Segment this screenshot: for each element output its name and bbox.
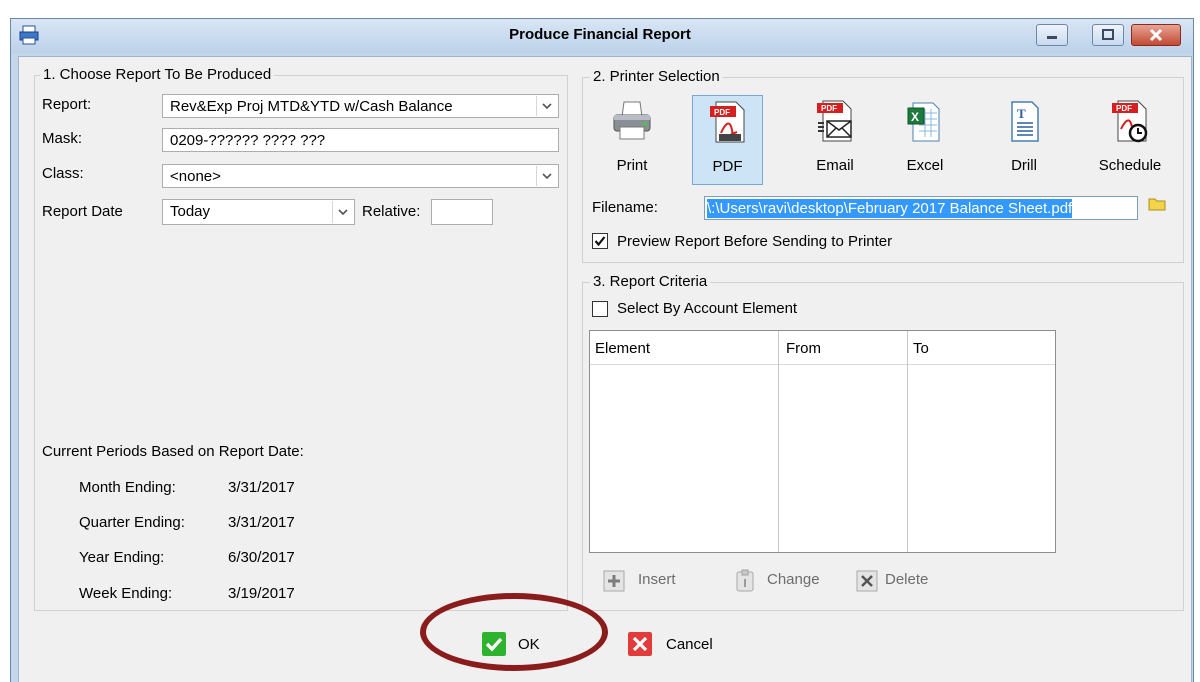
svg-text:PDF: PDF bbox=[714, 108, 730, 117]
filename-label: Filename: bbox=[592, 199, 658, 216]
column-divider bbox=[778, 331, 779, 552]
print-option-label: Print bbox=[616, 157, 648, 174]
pdf-option-button[interactable]: PDF PDF bbox=[692, 95, 763, 185]
report-date-dropdown-value: Today bbox=[170, 203, 211, 220]
svg-text:X: X bbox=[911, 110, 919, 124]
close-icon bbox=[1149, 28, 1163, 42]
change-label: Change bbox=[767, 571, 820, 588]
schedule-option-button[interactable]: PDF Schedule bbox=[1090, 95, 1170, 183]
choose-report-group-label: 1. Choose Report To Be Produced bbox=[40, 66, 275, 83]
quarter-ending-value: 3/31/2017 bbox=[228, 514, 295, 531]
insert-label: Insert bbox=[638, 571, 676, 588]
year-ending-value: 6/30/2017 bbox=[228, 549, 295, 566]
relative-label: Relative: bbox=[362, 203, 421, 220]
mask-label: Mask: bbox=[42, 130, 83, 147]
cancel-button[interactable]: Cancel bbox=[624, 630, 734, 660]
year-ending-label: Year Ending: bbox=[79, 549, 165, 566]
svg-text:PDF: PDF bbox=[821, 104, 837, 113]
select-by-account-element-label: Select By Account Element bbox=[617, 300, 798, 317]
pdf-schedule-icon: PDF bbox=[1112, 100, 1148, 143]
chevron-down-icon[interactable] bbox=[332, 201, 353, 223]
class-dropdown[interactable]: <none> bbox=[162, 164, 559, 188]
column-divider bbox=[907, 331, 908, 552]
change-button[interactable]: Change bbox=[734, 568, 829, 596]
column-header-element[interactable]: Element bbox=[595, 340, 650, 357]
chevron-down-icon[interactable] bbox=[536, 166, 557, 186]
drill-option-button[interactable]: T Drill bbox=[986, 95, 1062, 183]
minimize-icon bbox=[1047, 36, 1057, 39]
email-option-button[interactable]: PDF Email bbox=[797, 95, 873, 183]
criteria-table-header bbox=[590, 331, 1055, 365]
month-ending-label: Month Ending: bbox=[79, 479, 176, 496]
chevron-down-icon[interactable] bbox=[536, 96, 557, 116]
criteria-table[interactable]: Element From To bbox=[589, 330, 1056, 553]
preview-checkbox[interactable] bbox=[592, 233, 608, 249]
change-icon bbox=[736, 569, 754, 592]
insert-icon bbox=[603, 570, 625, 592]
highlight-oval-annotation bbox=[420, 593, 608, 671]
cancel-label: Cancel bbox=[666, 636, 713, 653]
week-ending-value: 3/19/2017 bbox=[228, 585, 295, 602]
pdf-icon: PDF bbox=[709, 101, 744, 143]
quarter-ending-label: Quarter Ending: bbox=[79, 514, 185, 531]
report-date-dropdown[interactable]: Today bbox=[162, 199, 355, 225]
report-criteria-group-label: 3. Report Criteria bbox=[590, 273, 711, 290]
excel-option-label: Excel bbox=[906, 157, 944, 174]
insert-button[interactable]: Insert bbox=[603, 568, 685, 596]
preview-checkbox-label: Preview Report Before Sending to Printer bbox=[617, 233, 893, 250]
week-ending-label: Week Ending: bbox=[79, 585, 173, 602]
month-ending-value: 3/31/2017 bbox=[228, 479, 295, 496]
report-label: Report: bbox=[42, 96, 92, 113]
select-by-account-element-checkbox[interactable] bbox=[592, 301, 608, 317]
mask-input[interactable]: 0209-?????? ???? ??? bbox=[162, 128, 559, 152]
report-dropdown[interactable]: Rev&Exp Proj MTD&YTD w/Cash Balance bbox=[162, 94, 559, 118]
close-icon bbox=[628, 632, 652, 656]
delete-icon bbox=[856, 570, 878, 592]
printer-selection-group-label: 2. Printer Selection bbox=[590, 68, 723, 85]
maximize-button[interactable] bbox=[1092, 24, 1124, 46]
svg-text:PDF: PDF bbox=[1116, 104, 1132, 113]
schedule-option-label: Schedule bbox=[1098, 157, 1162, 174]
report-date-label: Report Date bbox=[42, 203, 123, 220]
pdf-email-icon: PDF bbox=[817, 100, 852, 142]
report-dropdown-value: Rev&Exp Proj MTD&YTD w/Cash Balance bbox=[170, 98, 453, 115]
filename-input-value: \:\Users\ravi\desktop\February 2017 Bala… bbox=[707, 199, 1073, 218]
print-option-button[interactable]: Print bbox=[594, 95, 670, 183]
mask-input-value: 0209-?????? ???? ??? bbox=[170, 132, 326, 149]
column-header-from[interactable]: From bbox=[786, 340, 821, 357]
text-document-icon: T bbox=[1011, 101, 1039, 142]
pdf-option-label: PDF bbox=[712, 158, 743, 175]
svg-text:T: T bbox=[1017, 106, 1026, 121]
folder-icon[interactable] bbox=[1148, 197, 1166, 211]
drill-option-label: Drill bbox=[1011, 157, 1037, 174]
class-dropdown-value: <none> bbox=[170, 168, 221, 185]
delete-button[interactable]: Delete bbox=[856, 568, 946, 596]
periods-heading: Current Periods Based on Report Date: bbox=[42, 443, 304, 460]
filename-input[interactable]: \:\Users\ravi\desktop\February 2017 Bala… bbox=[704, 196, 1138, 220]
printer-icon bbox=[613, 101, 651, 140]
excel-icon: X bbox=[907, 102, 940, 142]
column-header-to[interactable]: To bbox=[913, 340, 929, 357]
email-option-label: Email bbox=[816, 157, 854, 174]
close-button[interactable] bbox=[1131, 24, 1181, 46]
window-title: Produce Financial Report bbox=[509, 26, 691, 43]
delete-label: Delete bbox=[885, 571, 929, 588]
excel-option-button[interactable]: X Excel bbox=[887, 95, 963, 183]
maximize-icon bbox=[1102, 29, 1114, 40]
checkmark-icon bbox=[594, 236, 606, 247]
minimize-button[interactable] bbox=[1036, 24, 1068, 46]
class-label: Class: bbox=[42, 165, 84, 182]
relative-input[interactable] bbox=[431, 199, 493, 225]
